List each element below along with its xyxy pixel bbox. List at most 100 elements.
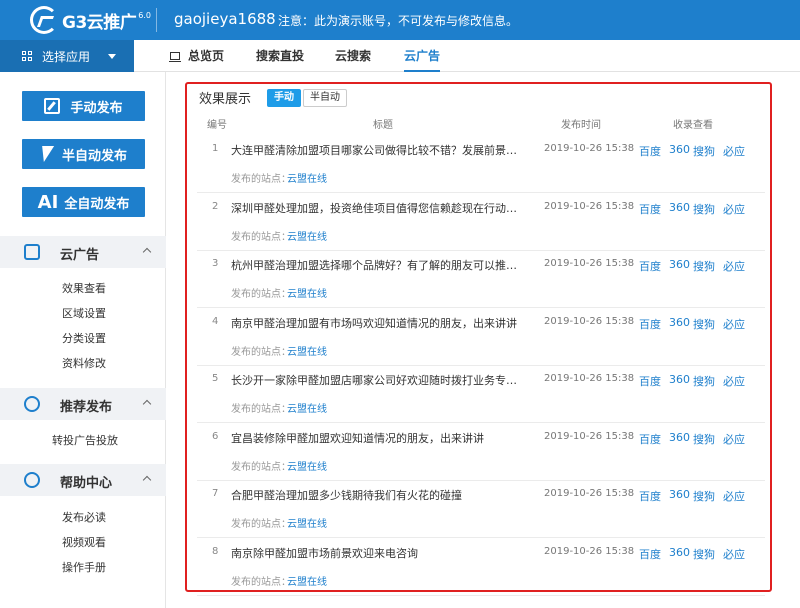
chevron-up-icon bbox=[142, 399, 152, 409]
row-site-link[interactable]: 云盟在线 bbox=[287, 285, 327, 300]
engine-link-360[interactable]: 360 bbox=[669, 201, 690, 214]
row-site-link[interactable]: 云盟在线 bbox=[287, 400, 327, 415]
row-title-link[interactable]: 南京除甲醛加盟市场前景欢迎来电咨询 bbox=[231, 545, 521, 561]
sidebar: 手动发布 半自动发布 AI 全自动发布 云广告 效果查看 区域设置 分类设置 资… bbox=[0, 72, 166, 608]
auto-publish-button[interactable]: AI 全自动发布 bbox=[22, 187, 145, 217]
row-title-link[interactable]: 合肥甲醛治理加盟多少钱期待我们有火花的碰撞 bbox=[231, 487, 521, 503]
engine-link-baidu[interactable]: 百度 bbox=[639, 546, 661, 562]
tab-cloud-ads[interactable]: 云广告 bbox=[404, 40, 441, 72]
column-header-index-check: 收录查看 bbox=[673, 120, 713, 131]
logo[interactable]: G3云推广 6.0 bbox=[30, 6, 151, 34]
engine-link-bing[interactable]: 必应 bbox=[723, 373, 745, 389]
monitor-icon bbox=[169, 52, 181, 62]
section-help-label: 帮助中心 bbox=[60, 476, 113, 491]
demo-notice: 注意：此为演示账号，不可发布与修改信息。 bbox=[278, 14, 519, 28]
tab-search-direct[interactable]: 搜索直投 bbox=[256, 40, 304, 72]
table-row: 3 杭州甲醛治理加盟选择哪个品牌好？有了解的朋友可以推荐... 2019-10-26… bbox=[197, 251, 765, 308]
tab-overview[interactable]: 总览页 bbox=[188, 40, 224, 72]
top-bar: G3云推广 6.0 gaojieya1688 注意：此为演示账号，不可发布与修改… bbox=[0, 0, 800, 40]
help-icon bbox=[24, 472, 40, 488]
sidebar-item-region-settings[interactable]: 区域设置 bbox=[62, 305, 106, 321]
row-number: 6 bbox=[212, 430, 219, 442]
section-cloud-ads[interactable]: 云广告 bbox=[0, 236, 166, 268]
row-number: 5 bbox=[212, 373, 219, 384]
engine-link-360[interactable]: 360 bbox=[669, 258, 690, 271]
select-app-button[interactable]: 选择应用 bbox=[0, 40, 134, 72]
row-site-link[interactable]: 云盟在线 bbox=[287, 458, 327, 473]
engine-link-360[interactable]: 360 bbox=[669, 316, 690, 329]
engine-link-bing[interactable]: 必应 bbox=[723, 201, 745, 217]
engine-link-sogou[interactable]: 搜狗 bbox=[693, 546, 715, 562]
sidebar-item-manual[interactable]: 操作手册 bbox=[62, 559, 106, 575]
engine-link-bing[interactable]: 必应 bbox=[723, 258, 745, 274]
table-row: 2 深圳甲醛处理加盟，投资绝佳项目值得您信赖趁现在行动吧... 2019-10-26… bbox=[197, 194, 765, 251]
row-title-link[interactable]: 杭州甲醛治理加盟选择哪个品牌好？有了解的朋友可以推荐... bbox=[231, 257, 521, 273]
table-row: 1 大连甲醛清除加盟项目哪家公司做得比较不错？发展前景怎... 2019-10-26… bbox=[197, 136, 765, 193]
engine-link-sogou[interactable]: 搜狗 bbox=[693, 201, 715, 217]
manual-mode-button[interactable]: 手动 bbox=[267, 89, 301, 107]
row-title-link[interactable]: 宜昌装修除甲醛加盟欢迎知道情况的朋友，出来讲讲 bbox=[231, 430, 521, 446]
engine-link-bing[interactable]: 必应 bbox=[723, 488, 745, 504]
section-cloud-ads-label: 云广告 bbox=[60, 248, 100, 263]
engine-link-sogou[interactable]: 搜狗 bbox=[693, 143, 715, 159]
row-site-link[interactable]: 云盟在线 bbox=[287, 170, 327, 185]
row-title-link[interactable]: 大连甲醛清除加盟项目哪家公司做得比较不错？发展前景怎... bbox=[231, 142, 521, 158]
semi-auto-publish-button[interactable]: 半自动发布 bbox=[22, 139, 145, 169]
sidebar-item-category-settings[interactable]: 分类设置 bbox=[62, 330, 106, 346]
manual-publish-button[interactable]: 手动发布 bbox=[22, 91, 145, 121]
sidebar-item-publish-guide[interactable]: 发布必读 bbox=[62, 509, 106, 525]
engine-link-sogou[interactable]: 搜狗 bbox=[693, 431, 715, 447]
engine-link-baidu[interactable]: 百度 bbox=[639, 316, 661, 332]
row-title-link[interactable]: 深圳甲醛处理加盟，投资绝佳项目值得您信赖趁现在行动吧... bbox=[231, 200, 521, 216]
semi-auto-mode-button[interactable]: 半自动 bbox=[303, 89, 347, 107]
row-site-label: 发布的站点： bbox=[231, 289, 291, 300]
section-recommend-publish[interactable]: 推荐发布 bbox=[0, 388, 166, 420]
sidebar-item-effect-view[interactable]: 效果查看 bbox=[62, 280, 106, 296]
tab-cloud-search[interactable]: 云搜索 bbox=[335, 40, 371, 72]
engine-link-sogou[interactable]: 搜狗 bbox=[693, 373, 715, 389]
engine-link-360[interactable]: 360 bbox=[669, 431, 690, 444]
engine-link-360[interactable]: 360 bbox=[669, 373, 690, 386]
row-title-link[interactable]: 长沙开一家除甲醛加盟店哪家公司好欢迎随时拨打业务专线... bbox=[231, 372, 521, 388]
table-row: 8 南京除甲醛加盟市场前景欢迎来电咨询 2019-10-26 15:38 百度 360 搜… bbox=[197, 539, 765, 596]
engine-link-baidu[interactable]: 百度 bbox=[639, 143, 661, 159]
engine-link-baidu[interactable]: 百度 bbox=[639, 488, 661, 504]
engine-link-baidu[interactable]: 百度 bbox=[639, 431, 661, 447]
top-divider bbox=[156, 8, 157, 32]
engine-link-bing[interactable]: 必应 bbox=[723, 431, 745, 447]
row-number: 4 bbox=[212, 315, 219, 327]
engine-link-bing[interactable]: 必应 bbox=[723, 143, 745, 159]
row-title-link[interactable]: 南京甲醛治理加盟有市场吗欢迎知道情况的朋友，出来讲讲 bbox=[231, 315, 521, 331]
logo-mark-icon bbox=[30, 6, 58, 34]
sidebar-item-transfer-ads[interactable]: 转投广告投放 bbox=[52, 432, 118, 448]
user-icon bbox=[24, 396, 40, 412]
engine-link-baidu[interactable]: 百度 bbox=[639, 373, 661, 389]
engine-link-baidu[interactable]: 百度 bbox=[639, 258, 661, 274]
row-number: 8 bbox=[212, 545, 219, 557]
engine-link-baidu[interactable]: 百度 bbox=[639, 201, 661, 217]
engine-link-sogou[interactable]: 搜狗 bbox=[693, 316, 715, 332]
column-header-title: 标题 bbox=[373, 120, 393, 131]
engine-link-360[interactable]: 360 bbox=[669, 488, 690, 501]
engine-link-bing[interactable]: 必应 bbox=[723, 316, 745, 332]
sidebar-item-video[interactable]: 视频观看 bbox=[62, 534, 106, 550]
select-app-label: 选择应用 bbox=[42, 49, 91, 64]
edit-icon bbox=[44, 98, 61, 114]
engine-link-sogou[interactable]: 搜狗 bbox=[693, 258, 715, 274]
row-site-link[interactable]: 云盟在线 bbox=[287, 573, 327, 588]
row-site-link[interactable]: 云盟在线 bbox=[287, 228, 327, 243]
row-site-label: 发布的站点： bbox=[231, 461, 291, 473]
table-row: 6 宜昌装修除甲醛加盟欢迎知道情况的朋友，出来讲讲 2019-10-26 15:38… bbox=[197, 424, 765, 481]
engine-link-sogou[interactable]: 搜狗 bbox=[693, 488, 715, 504]
section-help-center[interactable]: 帮助中心 bbox=[0, 464, 166, 496]
row-publish-time: 2019-10-26 15:38 bbox=[544, 200, 635, 212]
row-publish-time: 2019-10-26 15:38 bbox=[544, 258, 635, 269]
engine-link-bing[interactable]: 必应 bbox=[723, 546, 745, 562]
row-site-link[interactable]: 云盟在线 bbox=[287, 343, 327, 358]
account-name[interactable]: gaojieya1688 bbox=[174, 10, 276, 28]
engine-link-360[interactable]: 360 bbox=[669, 143, 690, 156]
row-site-label: 发布的站点： bbox=[231, 404, 291, 415]
sidebar-item-profile-edit[interactable]: 资料修改 bbox=[62, 355, 106, 371]
engine-link-360[interactable]: 360 bbox=[669, 546, 690, 559]
row-site-link[interactable]: 云盟在线 bbox=[287, 515, 327, 530]
